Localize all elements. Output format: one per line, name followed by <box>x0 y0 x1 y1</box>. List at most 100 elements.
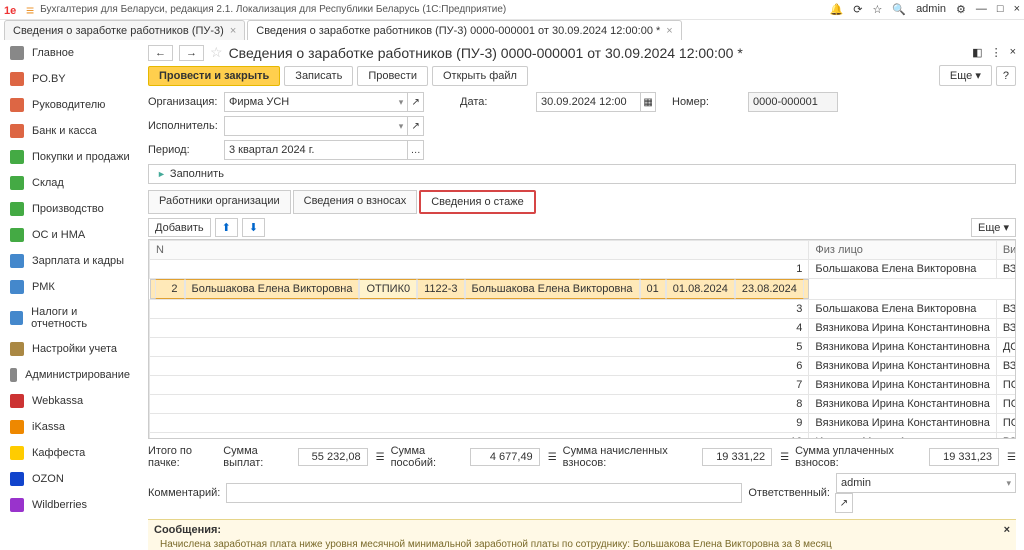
sidebar-item[interactable]: iKassa <box>0 414 140 440</box>
sidebar-item[interactable]: ОС и НМА <box>0 222 140 248</box>
comment-input[interactable] <box>226 483 742 503</box>
sidebar-item[interactable]: Настройки учета <box>0 336 140 362</box>
exec-select[interactable]: ▾ <box>224 116 408 136</box>
sidebar-item[interactable]: Зарплата и кадры <box>0 248 140 274</box>
table-row[interactable]: 3Большакова Елена ВикторовнаВЗНОСЫВРЕМ11… <box>150 300 1017 319</box>
list-more-button[interactable]: Еще ▾ <box>971 218 1016 237</box>
open-file-button[interactable]: Открыть файл <box>432 66 528 86</box>
star-icon[interactable]: ☆ <box>872 3 882 16</box>
tab-close-icon[interactable]: × <box>230 25 236 37</box>
document-form: ← → ☆ Сведения о заработке работников (П… <box>140 40 1024 550</box>
open-window-icon[interactable]: ◧ <box>972 46 982 59</box>
table-row[interactable]: 5Вязникова Ирина КонстантиновнаДОГОВОР11… <box>150 338 1017 357</box>
sidebar-item-label: Webkassa <box>32 395 83 407</box>
history-icon[interactable]: ⟳ <box>853 3 862 16</box>
move-up-button[interactable]: ⬆ <box>215 218 238 237</box>
sidebar-item[interactable]: Налоги и отчетность <box>0 300 140 336</box>
adjust-icon[interactable]: ☰ <box>1007 452 1016 463</box>
more-button[interactable]: Еще ▾ <box>939 65 992 86</box>
nav-back-button[interactable]: ← <box>148 45 173 61</box>
settings-icon[interactable]: ⚙ <box>956 3 966 16</box>
minimize-icon[interactable]: — <box>976 3 987 16</box>
main-menu-icon[interactable]: ≡ <box>26 2 34 18</box>
sum-label: Сумма выплат: <box>223 445 291 469</box>
tab-list[interactable]: Сведения о заработке работников (ПУ-3)× <box>4 20 245 40</box>
org-select[interactable]: Фирма УСН▾ <box>224 92 408 112</box>
sidebar-item[interactable]: Главное <box>0 40 140 66</box>
sidebar-item[interactable]: OZON <box>0 466 140 492</box>
sidebar-item[interactable]: Банк и касса <box>0 118 140 144</box>
sidebar-item[interactable]: Руководителю <box>0 92 140 118</box>
adjust-icon[interactable]: ☰ <box>548 452 557 463</box>
tab-seniority[interactable]: Сведения о стаже <box>419 190 536 214</box>
app-logo: 1e <box>4 3 22 17</box>
sidebar-item[interactable]: PO.BY <box>0 66 140 92</box>
tab-close-icon[interactable]: × <box>666 25 672 37</box>
sidebar-item[interactable]: Каффеста <box>0 440 140 466</box>
period-select-button[interactable]: … <box>407 140 424 160</box>
sidebar-item[interactable]: Покупки и продажи <box>0 144 140 170</box>
document-tabs: Сведения о заработке работников (ПУ-3)× … <box>0 20 1024 40</box>
resp-open-button[interactable]: ↗ <box>835 493 853 513</box>
add-button[interactable]: Добавить <box>148 218 211 237</box>
user-label[interactable]: admin <box>916 3 946 16</box>
post-and-close-button[interactable]: Провести и закрыть <box>148 66 280 86</box>
tab-document[interactable]: Сведения о заработке работников (ПУ-3) 0… <box>247 20 681 40</box>
menu-icon[interactable]: ⋮ <box>991 46 1002 59</box>
table-row[interactable]: 4Вязникова Ирина КонстантиновнаВЗНОСЫВРЕ… <box>150 319 1017 338</box>
sidebar-item-label: iKassa <box>32 421 65 433</box>
tab-workers[interactable]: Работники организации <box>148 190 291 214</box>
sidebar-item-label: Каффеста <box>32 447 85 459</box>
sidebar-item[interactable]: РМК <box>0 274 140 300</box>
move-down-button[interactable]: ⬇ <box>242 218 265 237</box>
adjust-icon[interactable]: ☰ <box>376 452 385 463</box>
post-button[interactable]: Провести <box>357 66 428 86</box>
close-form-icon[interactable]: × <box>1010 46 1016 59</box>
help-button[interactable]: ? <box>996 66 1016 86</box>
sidebar-item[interactable]: Wildberries <box>0 492 140 518</box>
table-row[interactable]: 9Вязникова Ирина КонстантиновнаПОСОББИР1… <box>150 414 1017 433</box>
sidebar-item-label: OZON <box>32 473 64 485</box>
table-row[interactable]: 10Иванова Мария АлександровнаВЗНОСЫВРЕМ1… <box>150 433 1017 440</box>
table-row[interactable]: 2Большакова Елена ВикторовнаОТПИК01122-3… <box>150 279 809 299</box>
search-icon[interactable]: 🔍 <box>892 3 906 16</box>
resp-select[interactable]: admin▾ <box>836 473 1016 493</box>
exec-open-button[interactable]: ↗ <box>407 116 424 136</box>
adjust-icon[interactable]: ☰ <box>780 452 789 463</box>
write-button[interactable]: Записать <box>284 66 353 86</box>
column-header[interactable]: N <box>150 241 809 260</box>
column-header[interactable]: Физ лицо <box>809 241 996 260</box>
table-row[interactable]: 1Большакова Елена ВикторовнаВЗНОСЫВРЕМ11… <box>150 260 1017 279</box>
svg-text:1e: 1e <box>4 5 16 17</box>
message-item[interactable]: Начислена заработная плата ниже уровня м… <box>154 536 1010 550</box>
date-input[interactable] <box>536 92 641 112</box>
column-header[interactable]: Вид деятельности <box>996 241 1016 260</box>
section-icon <box>10 498 24 512</box>
section-icon <box>10 202 24 216</box>
bell-icon[interactable]: 🔔 <box>830 3 844 16</box>
sidebar-item[interactable]: Администрирование <box>0 362 140 388</box>
sidebar-item[interactable]: Производство <box>0 196 140 222</box>
sidebar-item-label: ОС и НМА <box>32 229 85 241</box>
favorite-icon[interactable]: ☆ <box>210 44 223 61</box>
period-input[interactable] <box>224 140 408 160</box>
sidebar-item[interactable]: Webkassa <box>0 388 140 414</box>
table-row[interactable]: 6Вязникова Ирина КонстантиновнаВЗНОСЫВРЕ… <box>150 357 1017 376</box>
maximize-icon[interactable]: □ <box>997 3 1004 16</box>
table-row[interactable]: 8Вязникова Ирина КонстантиновнаПОСОББИР1… <box>150 395 1017 414</box>
sidebar-item-label: Налоги и отчетность <box>31 306 130 330</box>
close-icon[interactable]: × <box>1014 3 1020 16</box>
nav-forward-button[interactable]: → <box>179 45 204 61</box>
table-row[interactable]: 7Вязникова Ирина КонстантиновнаПОСОББИР1… <box>150 376 1017 395</box>
pack-label: Итого по пачке: <box>148 445 217 469</box>
org-open-button[interactable]: ↗ <box>407 92 424 112</box>
section-icon <box>10 311 23 325</box>
sidebar-item-label: PO.BY <box>32 73 66 85</box>
sidebar-item-label: РМК <box>32 281 55 293</box>
tab-contributions[interactable]: Сведения о взносах <box>293 190 418 214</box>
fill-button[interactable]: Заполнить <box>148 164 1016 184</box>
seniority-table[interactable]: NФиз лицоВид деятельностиКод по ОКПДТРСо… <box>148 239 1016 439</box>
sidebar-item[interactable]: Склад <box>0 170 140 196</box>
messages-close-icon[interactable]: × <box>1004 524 1010 536</box>
calendar-icon[interactable]: ▦ <box>640 92 656 112</box>
